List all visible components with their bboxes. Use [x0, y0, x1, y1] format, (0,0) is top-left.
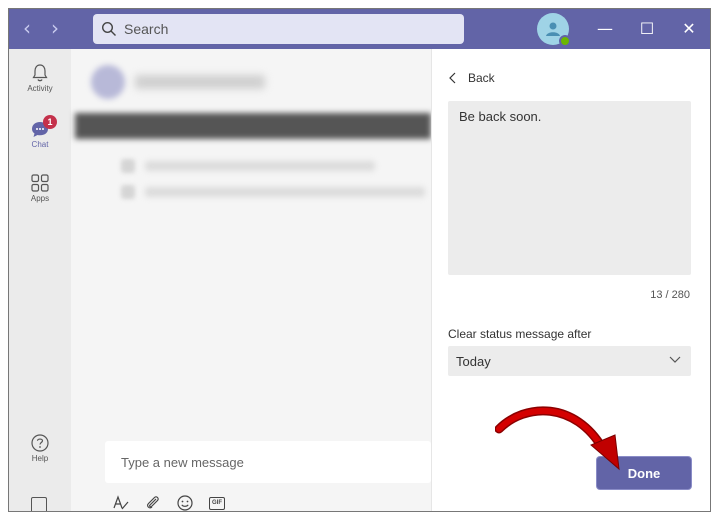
back-button[interactable]: Back: [448, 71, 495, 85]
apps-icon: [31, 174, 49, 192]
attach-button[interactable]: [143, 493, 163, 511]
rail-item-activity[interactable]: Activity: [9, 63, 71, 93]
meeting-banner-redacted: [75, 113, 431, 139]
gif-icon: GIF: [209, 496, 225, 510]
search-icon: [101, 21, 116, 36]
contact-avatar: [91, 65, 125, 99]
search-placeholder: Search: [124, 21, 169, 37]
chat-pane: Type a new message GIF: [71, 49, 431, 511]
gif-label: GIF: [212, 499, 222, 506]
presence-available-badge: [559, 35, 571, 47]
chat-unread-badge: 1: [43, 115, 57, 129]
minimize-button[interactable]: —: [593, 17, 617, 41]
compose-box[interactable]: Type a new message: [105, 441, 431, 483]
app-window: ‹ › Search — ☐ ✕ Activity 1 Chat Apps He…: [8, 8, 711, 512]
back-arrow-icon[interactable]: ‹: [17, 18, 37, 38]
device-icon[interactable]: [31, 497, 47, 511]
compose-toolbar: GIF: [111, 493, 227, 511]
clear-after-value: Today: [456, 353, 491, 369]
status-message-text: Be back soon.: [459, 109, 542, 124]
rail-label-activity: Activity: [27, 84, 53, 93]
forward-arrow-icon[interactable]: ›: [45, 18, 65, 38]
done-button[interactable]: Done: [597, 457, 691, 489]
emoji-button[interactable]: [175, 493, 195, 511]
rail-label-chat: Chat: [31, 140, 49, 149]
attach-icon: [147, 496, 159, 509]
search-input[interactable]: Search: [93, 14, 464, 44]
chevron-down-icon: [669, 356, 681, 363]
event-line-redacted: [145, 161, 375, 171]
gif-button[interactable]: GIF: [207, 493, 227, 511]
rail-label-help: Help: [31, 454, 49, 463]
character-counter: 13 / 280: [650, 289, 690, 301]
app-rail: Activity 1 Chat Apps Help: [9, 49, 71, 511]
event-icon: [121, 185, 135, 199]
help-icon: [31, 434, 49, 452]
rail-item-apps[interactable]: Apps: [9, 173, 71, 203]
event-line-redacted: [145, 187, 425, 197]
title-bar: ‹ › Search — ☐ ✕: [9, 9, 710, 49]
format-icon: [113, 495, 129, 510]
back-label: Back: [468, 71, 495, 85]
rail-item-help[interactable]: Help: [9, 433, 71, 463]
profile-avatar[interactable]: [537, 13, 571, 47]
emoji-icon: [177, 495, 193, 511]
event-icon: [121, 159, 135, 173]
maximize-button[interactable]: ☐: [635, 17, 659, 41]
status-message-panel: Back Be back soon. 13 / 280 Clear status…: [431, 49, 710, 511]
status-message-input[interactable]: Be back soon.: [448, 101, 691, 275]
contact-name-redacted: [135, 75, 265, 89]
format-button[interactable]: [111, 493, 131, 511]
clear-after-dropdown[interactable]: Today: [448, 346, 691, 376]
compose-placeholder: Type a new message: [121, 454, 244, 470]
rail-item-chat[interactable]: 1 Chat: [9, 115, 71, 149]
clear-after-label: Clear status message after: [448, 327, 592, 341]
close-button[interactable]: ✕: [677, 17, 701, 41]
bell-icon: [32, 64, 48, 82]
rail-label-apps: Apps: [30, 194, 50, 203]
chevron-left-icon: [449, 72, 456, 84]
